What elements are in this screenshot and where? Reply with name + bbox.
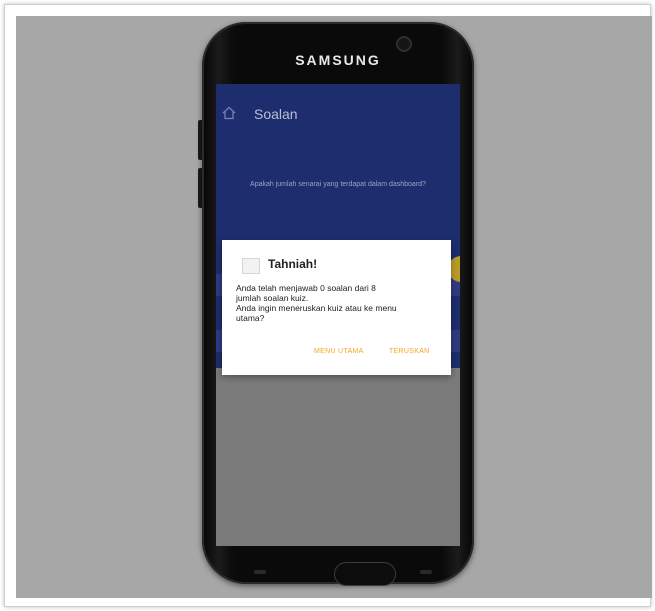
home-button[interactable] bbox=[334, 562, 396, 586]
dialog-message: Anda telah menjawab 0 soalan dari 8 juml… bbox=[236, 283, 440, 323]
dialog-message-line: jumlah soalan kuiz. bbox=[236, 293, 309, 303]
camera-icon bbox=[398, 38, 410, 50]
app-icon bbox=[242, 258, 260, 274]
back-key[interactable] bbox=[420, 570, 432, 574]
question-text: Apakah jumlah senarai yang terdapat dala… bbox=[250, 181, 426, 188]
dialog-title: Tahniah! bbox=[268, 257, 318, 271]
dialog-message-line: Anda telah menjawab 0 soalan dari 8 bbox=[236, 283, 376, 293]
home-icon[interactable] bbox=[222, 106, 236, 120]
result-dialog: Tahniah! Anda telah menjawab 0 soalan da… bbox=[222, 240, 451, 375]
dialog-message-line: utama? bbox=[236, 313, 265, 323]
screen-title: Soalan bbox=[254, 106, 298, 122]
recent-apps-key[interactable] bbox=[254, 570, 266, 574]
navigation-bar bbox=[224, 558, 452, 586]
phone-brand: SAMSUNG bbox=[295, 52, 381, 68]
continue-button[interactable]: TERUSKAN bbox=[389, 348, 430, 355]
main-menu-button[interactable]: MENU UTAMA bbox=[314, 348, 364, 355]
dialog-message-line: Anda ingin meneruskan kuiz atau ke menu bbox=[236, 303, 397, 313]
